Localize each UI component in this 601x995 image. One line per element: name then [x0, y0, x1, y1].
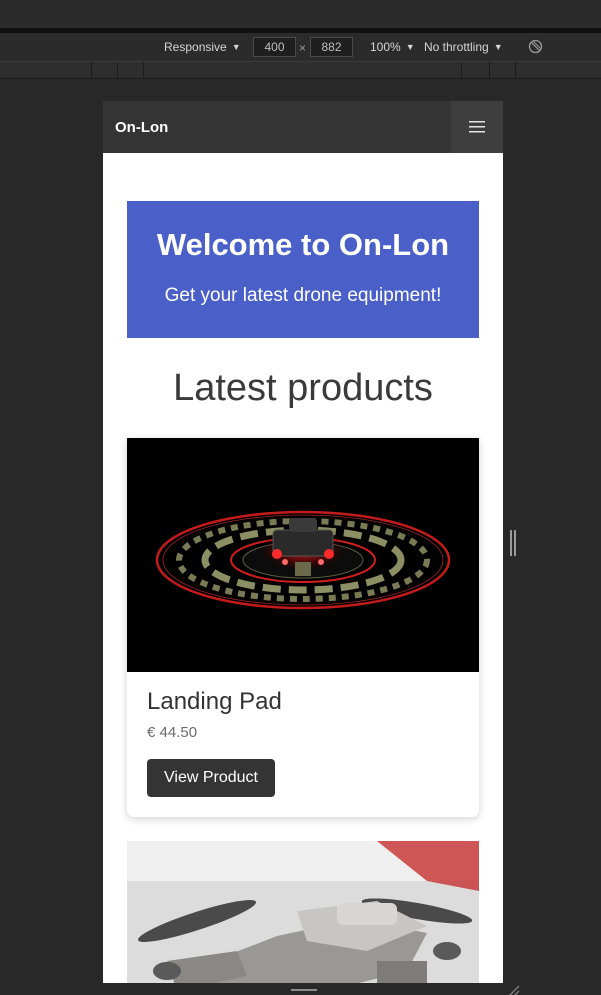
- viewport-height-resize-handle[interactable]: [291, 989, 317, 991]
- product-card: Landing Pad € 44.50 View Product: [127, 438, 479, 817]
- rotate-disabled-icon: [528, 39, 543, 54]
- dimension-separator: ×: [299, 41, 307, 55]
- section-title: Latest products: [173, 367, 433, 409]
- height-input[interactable]: 882: [310, 37, 353, 57]
- device-select-label: Responsive: [164, 40, 227, 54]
- devtools-top-strip: [0, 0, 601, 33]
- emulated-viewport: On-Lon Welcome to On-Lon Get your latest…: [103, 101, 503, 983]
- viewport-corner-resize-handle[interactable]: [507, 983, 521, 995]
- site-navbar: On-Lon: [103, 101, 503, 153]
- chevron-down-icon: ▼: [493, 42, 503, 52]
- brand-link[interactable]: On-Lon: [103, 119, 168, 136]
- product-card-body: Landing Pad € 44.50 View Product: [127, 672, 479, 817]
- chevron-down-icon: ▼: [231, 42, 241, 52]
- throttle-label: No throttling: [424, 40, 489, 54]
- chevron-down-icon: ▼: [405, 42, 415, 52]
- zoom-label: 100%: [370, 40, 401, 54]
- view-product-button[interactable]: View Product: [147, 759, 275, 797]
- viewport-width-resize-handle[interactable]: [510, 530, 516, 556]
- hero-banner: Welcome to On-Lon Get your latest drone …: [127, 201, 479, 338]
- hero-title: Welcome to On-Lon: [156, 227, 450, 262]
- device-toolbar: Responsive ▼ 400 × 882 100% ▼ No throttl…: [0, 33, 601, 61]
- landing-pad-image: [127, 438, 479, 672]
- zoom-select[interactable]: 100% ▼: [370, 40, 415, 54]
- product-title: Landing Pad: [147, 688, 282, 715]
- resize-grip-icon: [509, 985, 520, 995]
- product-card: [127, 841, 479, 983]
- throttle-select[interactable]: No throttling ▼: [424, 40, 503, 54]
- hero-subtitle: Get your latest drone equipment!: [164, 285, 442, 306]
- drone-image: [127, 841, 479, 983]
- hamburger-menu-button[interactable]: [451, 101, 503, 153]
- product-price: € 44.50: [147, 724, 198, 741]
- media-query-ruler: [0, 61, 601, 79]
- hamburger-icon: [469, 121, 485, 133]
- rotate-button[interactable]: [528, 39, 543, 54]
- width-input[interactable]: 400: [253, 37, 296, 57]
- device-select[interactable]: Responsive ▼: [164, 40, 241, 54]
